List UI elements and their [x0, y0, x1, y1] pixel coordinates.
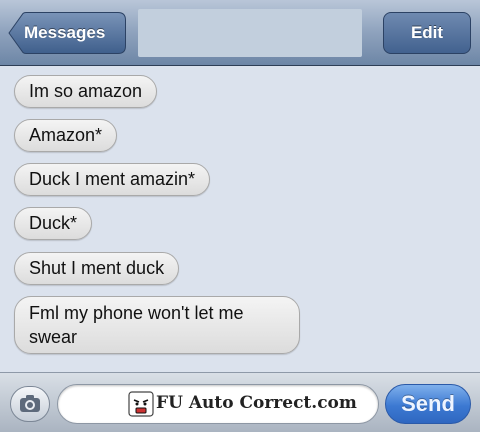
message-text: Amazon* [29, 125, 103, 145]
message-text: Duck I ment amazin* [29, 169, 196, 189]
message-bubble: Fml my phone won't let me swear [14, 296, 300, 354]
message-text: Im so amazon [29, 81, 143, 101]
back-button-label[interactable]: Messages [24, 12, 105, 54]
watermark-text: FU Auto Correct.com [156, 393, 357, 413]
message-text-field[interactable]: FU Auto Correct.com [57, 384, 379, 424]
navigation-bar: Messages Edit [0, 0, 480, 66]
edit-button[interactable]: Edit [383, 12, 471, 54]
message-bubble: Duck* [14, 207, 93, 240]
message-bubble: Amazon* [14, 119, 118, 152]
camera-icon [20, 395, 40, 412]
message-bubble: Im so amazon [14, 75, 158, 108]
message-bubble: Duck I ment amazin* [14, 163, 211, 196]
message-text: Duck* [29, 213, 78, 233]
message-bubble: Shut I ment duck [14, 252, 180, 285]
message-input-bar: FU Auto Correct.com Send [0, 372, 480, 432]
message-thread: Im so amazon Amazon* Duck I ment amazin*… [0, 66, 480, 372]
rage-face-icon [128, 391, 154, 417]
camera-button[interactable] [10, 386, 50, 422]
contact-name-blurred [138, 9, 362, 57]
send-button[interactable]: Send [385, 384, 471, 424]
message-text: Shut I ment duck [29, 258, 165, 278]
message-text: Fml my phone won't let me swear [29, 303, 244, 347]
